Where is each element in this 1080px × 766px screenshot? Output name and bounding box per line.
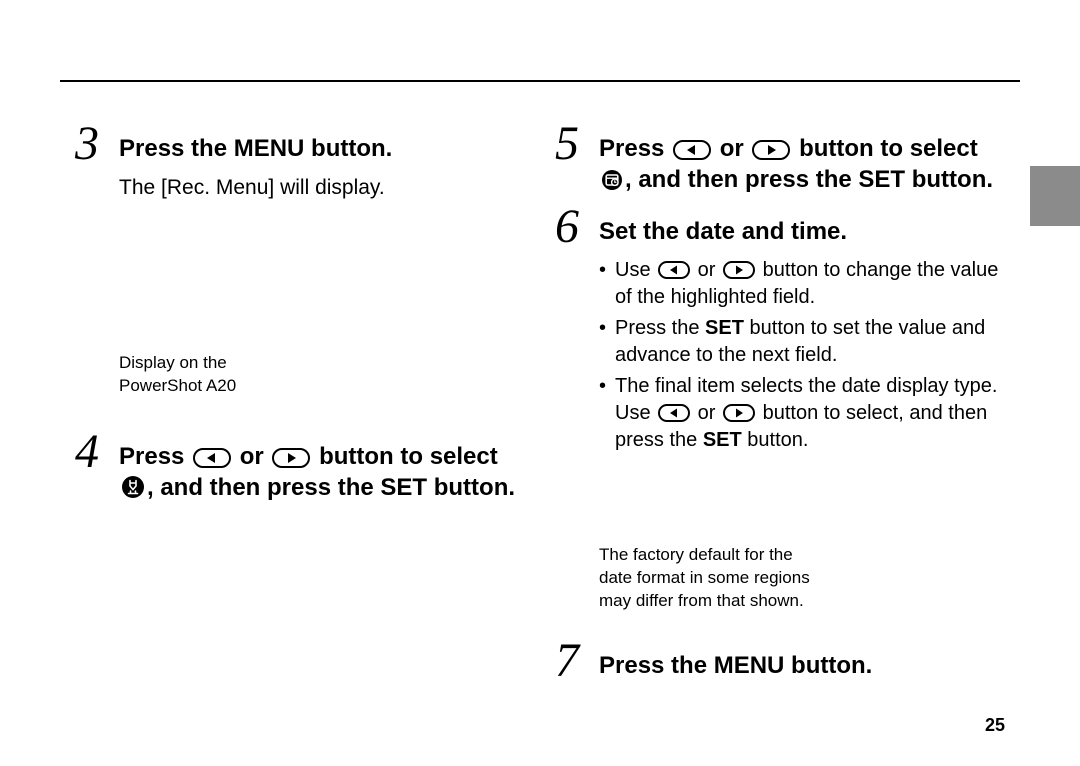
left-arrow-icon bbox=[658, 261, 690, 279]
step-3: 3 Press the MENU button. bbox=[75, 120, 525, 168]
step-3-body: The [Rec. Menu] will display. bbox=[119, 174, 525, 202]
step-7: 7 Press the MENU button. bbox=[555, 637, 1005, 685]
left-arrow-icon bbox=[193, 448, 231, 468]
step-6-bullets: Use or button to change the value of the… bbox=[599, 257, 1005, 454]
left-arrow-icon bbox=[658, 404, 690, 422]
step-5: 5 Press or button to select , and then p… bbox=[555, 120, 1005, 195]
right-arrow-icon bbox=[723, 261, 755, 279]
step-number: 7 bbox=[555, 637, 589, 685]
text: Press bbox=[119, 443, 191, 470]
step-title: Press the MENU button. bbox=[119, 120, 392, 165]
text: or bbox=[713, 135, 750, 162]
right-arrow-icon bbox=[752, 140, 790, 160]
step-4: 4 Press or button to select , and then p… bbox=[75, 428, 525, 503]
set-keyword: SET bbox=[705, 317, 744, 339]
right-column: 5 Press or button to select , and then p… bbox=[555, 120, 1005, 706]
text: , and then press the SET button. bbox=[147, 474, 515, 501]
step-title: Press or button to select , and then pre… bbox=[119, 428, 525, 503]
set-keyword: SET bbox=[703, 429, 742, 451]
step-number: 4 bbox=[75, 428, 109, 476]
bullet-item: Use or button to change the value of the… bbox=[599, 257, 1005, 311]
manual-page: 3 Press the MENU button. The [Rec. Menu]… bbox=[0, 0, 1080, 766]
bullet-item: Press the SET button to set the value an… bbox=[599, 315, 1005, 369]
text: Use bbox=[615, 259, 656, 281]
bullet-item: The final item selects the date display … bbox=[599, 373, 1005, 454]
step-title: Press or button to select , and then pre… bbox=[599, 120, 1005, 195]
text: button to select bbox=[792, 135, 977, 162]
section-tab bbox=[1030, 166, 1080, 226]
datetime-icon bbox=[601, 169, 623, 191]
page-number: 25 bbox=[985, 715, 1005, 736]
text: button to select bbox=[312, 443, 497, 470]
right-arrow-icon bbox=[723, 404, 755, 422]
step-number: 3 bbox=[75, 120, 109, 168]
two-column-layout: 3 Press the MENU button. The [Rec. Menu]… bbox=[75, 120, 1005, 706]
step-title: Press the MENU button. bbox=[599, 637, 872, 682]
text: button. bbox=[742, 429, 809, 451]
text: or bbox=[233, 443, 270, 470]
step-title: Set the date and time. bbox=[599, 203, 847, 248]
left-column: 3 Press the MENU button. The [Rec. Menu]… bbox=[75, 120, 525, 706]
text: , and then press the SET button. bbox=[625, 166, 993, 193]
top-rule bbox=[60, 80, 1020, 82]
setup-icon bbox=[121, 475, 145, 499]
text: Press bbox=[599, 135, 671, 162]
step-6: 6 Set the date and time. bbox=[555, 203, 1005, 251]
figure-caption: Display on the PowerShot A20 bbox=[119, 352, 525, 398]
step-number: 5 bbox=[555, 120, 589, 168]
step-6-note: The factory default for the date format … bbox=[599, 544, 819, 613]
right-arrow-icon bbox=[272, 448, 310, 468]
left-arrow-icon bbox=[673, 140, 711, 160]
text: Press the bbox=[615, 317, 705, 339]
text: or bbox=[692, 259, 721, 281]
text: or bbox=[692, 402, 721, 424]
step-number: 6 bbox=[555, 203, 589, 251]
